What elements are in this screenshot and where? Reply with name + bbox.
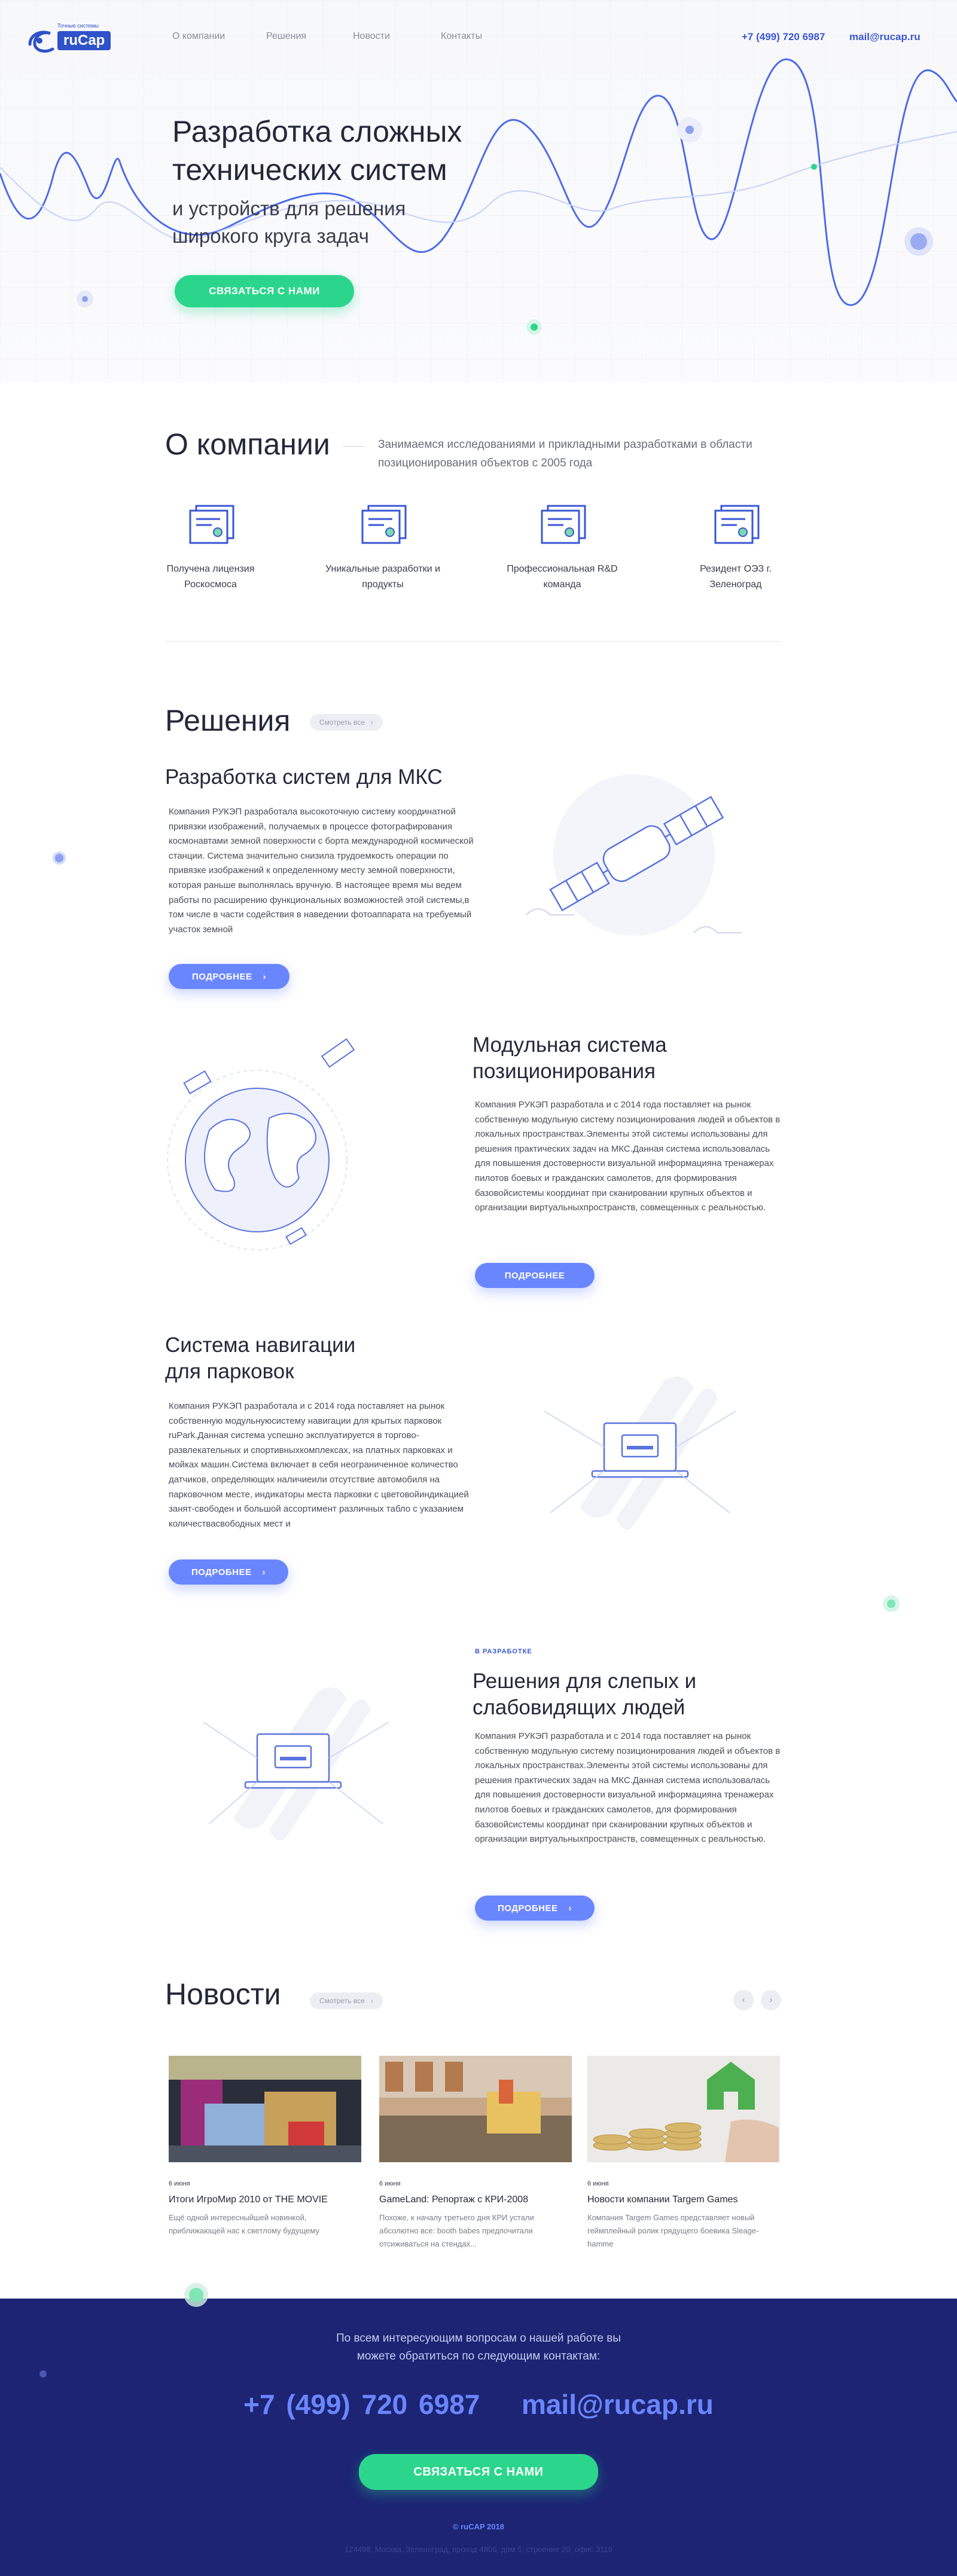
- solution-title: Решения для слепых и слабовидящих людей: [473, 1669, 697, 1719]
- decor-dot: [82, 296, 88, 302]
- solution-more-button[interactable]: ПОДРОБНЕЕ ›: [169, 1559, 288, 1585]
- solutions-see-all-button[interactable]: Смотреть все ›: [310, 714, 383, 731]
- footer-address: 124498, Москва, Зеленоград, проезд 4806,…: [345, 2545, 612, 2554]
- parking-illustration: [544, 1376, 736, 1530]
- news-image: [169, 2056, 361, 2162]
- news-date: 6 июня: [379, 2180, 401, 2187]
- nav-link-solutions[interactable]: Решения: [266, 31, 306, 42]
- see-all-label: Смотреть все: [319, 718, 365, 727]
- arrow-right-icon: ›: [263, 971, 267, 982]
- solution-text: Компания РУКЭП разработала высокоточную …: [169, 807, 474, 935]
- see-all-label: Смотреть все: [319, 1997, 365, 2005]
- certificate-icon: [541, 505, 586, 544]
- feature-label: Профессиональная R&D команда: [507, 564, 618, 590]
- header-phone-link[interactable]: +7 (499) 720 6987: [742, 31, 825, 43]
- news-headline: GameLand: Репортаж с КРИ-2008: [379, 2195, 529, 2205]
- certificate-icon: [361, 505, 407, 544]
- logo[interactable]: Точные системы ruCap: [26, 23, 116, 65]
- solution-text: Компания РУКЭП разработала и с 2014 года…: [475, 1731, 781, 1845]
- satellite-illustration: [526, 774, 742, 936]
- section-divider: [165, 641, 781, 642]
- news-date: 6 июня: [587, 2180, 609, 2187]
- solution-title: Разработка систем для МКС: [165, 765, 443, 789]
- decor-dot: [685, 126, 694, 134]
- decor-dot: [910, 233, 927, 250]
- news-card[interactable]: 6 июня GameLand: Репортаж с КРИ-2008 Пох…: [379, 2056, 572, 2251]
- decor-dot: [531, 323, 538, 331]
- solution-title: Система навигации для парковок: [165, 1333, 356, 1383]
- logo-text: ruCap: [57, 31, 111, 50]
- certificate-icon: [189, 505, 234, 544]
- about-title: О компании: [165, 428, 330, 461]
- arrow-right-icon: ›: [262, 1567, 266, 1577]
- about-description: Занимаемся исследованиями и прикладными …: [378, 438, 752, 469]
- footer-copyright: © ruCAP 2018: [453, 2522, 504, 2531]
- logo-swirl-icon: [28, 30, 54, 53]
- news-excerpt: Компания Targem Games представляет новый…: [587, 2213, 759, 2248]
- certificate-icon: [714, 505, 760, 544]
- arrow-right-icon: ›: [568, 1903, 572, 1913]
- solution-text: Компания РУКЭП разработала и с 2014 года…: [169, 1401, 469, 1529]
- footer-intro: По всем интересующим вопросам о нашей ра…: [336, 2332, 621, 2363]
- decor-dot: [55, 854, 63, 862]
- globe-illustration: [167, 1038, 355, 1250]
- footer-contacts: +7 (499) 720 6987 mail@rucap.ru: [0, 2388, 957, 2421]
- feature-team: Профессиональная R&D команда: [502, 500, 622, 593]
- news-excerpt: Похоже, к началу третьего дня КРИ устали…: [379, 2213, 534, 2248]
- chevron-right-icon: ›: [769, 1995, 773, 2005]
- feature-label: Получена лицензия Роскосмоса: [166, 564, 255, 590]
- news-headline: Новости компании Targem Games: [587, 2195, 738, 2205]
- nav-link-about[interactable]: О компании: [172, 31, 225, 42]
- news-card[interactable]: 6 июня Новости компании Targem Games Ком…: [587, 2056, 780, 2251]
- accessibility-illustration: [203, 1687, 389, 1841]
- footer-email-link[interactable]: mail@rucap.ru: [522, 2389, 714, 2420]
- solution-title: Модульная система позиционирования: [473, 1033, 667, 1083]
- chevron-right-icon: ›: [370, 718, 373, 727]
- news-prev-button[interactable]: ‹: [733, 1990, 754, 2010]
- more-label: ПОДРОБНЕЕ: [191, 971, 252, 982]
- news-headline: Итоги ИгроМир 2010 от THE MOVIE: [169, 2195, 328, 2205]
- solution-more-button[interactable]: ПОДРОБНЕЕ ›: [475, 1896, 595, 1921]
- feature-label: Резидент ОЭЗ г. Зеленоград: [700, 564, 772, 590]
- solutions-title: Решения: [165, 704, 291, 737]
- more-label: ПОДРОБНЕЕ: [504, 1270, 565, 1281]
- news-title: Новости: [165, 1977, 281, 2011]
- decor-dot: [811, 164, 817, 170]
- news-image: [379, 2056, 572, 2162]
- feature-label: Уникальные разработки и продукты: [325, 564, 440, 590]
- footer-phone-link[interactable]: +7 (499) 720 6987: [243, 2389, 480, 2420]
- logo-tagline: Точные системы: [57, 23, 99, 29]
- more-label: ПОДРОБНЕЕ: [191, 1567, 252, 1577]
- news-see-all-button[interactable]: Смотреть все ›: [310, 1992, 383, 2009]
- decor-dot: [887, 1600, 895, 1608]
- footer-contact-button[interactable]: СВЯЗАТЬСЯ С НАМИ: [359, 2454, 598, 2490]
- hero-title: Разработка сложных технических систем: [172, 115, 462, 187]
- header-email-link[interactable]: mail@rucap.ru: [849, 31, 921, 43]
- solution-more-button[interactable]: ПОДРОБНЕЕ: [475, 1263, 595, 1288]
- feature-products: Уникальные разработки и продукты: [323, 500, 443, 593]
- hero-subtitle: и устройств для решения широкого круга з…: [172, 197, 406, 247]
- news-next-button[interactable]: ›: [761, 1990, 781, 2010]
- status-badge: В РАЗРАБОТКЕ: [475, 1648, 532, 1655]
- feature-resident: Резидент ОЭЗ г. Зеленоград: [676, 500, 796, 593]
- solution-text: Компания РУКЭП разработала и с 2014 года…: [475, 1100, 781, 1213]
- hero-contact-button[interactable]: СВЯЗАТЬСЯ С НАМИ: [175, 275, 354, 307]
- feature-license: Получена лицензия Роскосмоса: [151, 500, 270, 593]
- chevron-left-icon: ‹: [742, 1995, 745, 2005]
- decor-dot: [189, 2288, 203, 2302]
- solution-more-button[interactable]: ПОДРОБНЕЕ ›: [169, 964, 289, 989]
- news-card[interactable]: 6 июня Итоги ИгроМир 2010 от THE MOVIE Е…: [169, 2056, 361, 2238]
- news-date: 6 июня: [169, 2180, 190, 2187]
- more-label: ПОДРОБНЕЕ: [497, 1903, 558, 1913]
- news-image: [587, 2056, 780, 2162]
- nav-link-news[interactable]: Новости: [353, 31, 390, 42]
- nav-link-contacts[interactable]: Контакты: [441, 31, 482, 42]
- about-divider: [343, 446, 364, 447]
- news-excerpt: Ещё одной интересныйшей новинкой, прибли…: [169, 2213, 319, 2235]
- chevron-right-icon: ›: [370, 1997, 373, 2005]
- decor-dot: [39, 2370, 47, 2377]
